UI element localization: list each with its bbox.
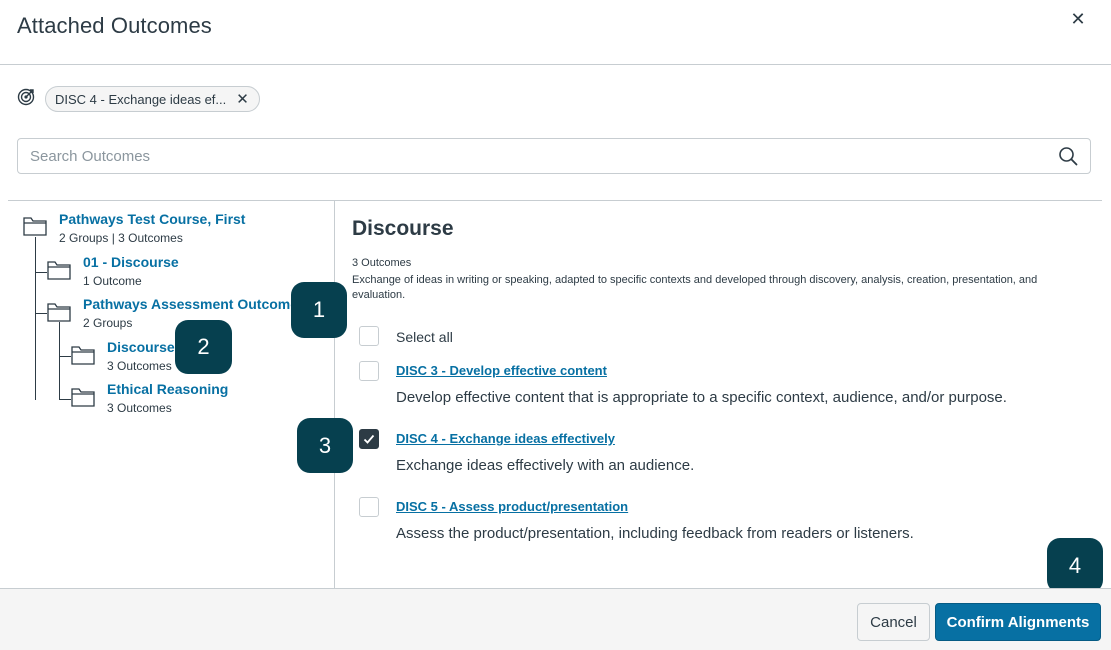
outcome-description: Develop effective content that is approp… bbox=[396, 389, 1007, 406]
folder-icon bbox=[71, 346, 95, 365]
tree-connector bbox=[35, 313, 47, 314]
group-description: Exchange of ideas in writing or speaking… bbox=[352, 274, 1038, 301]
step-badge-2: 2 bbox=[175, 320, 232, 374]
outcome-checkbox-disc4[interactable] bbox=[359, 429, 379, 449]
tree-connector bbox=[35, 237, 36, 400]
folder-icon bbox=[71, 388, 95, 407]
search-box bbox=[17, 138, 1091, 174]
outcome-link-disc3[interactable]: DISC 3 - Develop effective content bbox=[396, 363, 607, 378]
step-badge-4: 4 bbox=[1047, 538, 1103, 593]
tree-connector bbox=[35, 272, 47, 273]
outcome-link-disc4[interactable]: DISC 4 - Exchange ideas effectively bbox=[396, 431, 615, 446]
tree-connector bbox=[59, 356, 71, 357]
select-all-label[interactable]: Select all bbox=[396, 329, 453, 345]
remove-pill-icon[interactable]: ✕ bbox=[236, 90, 249, 108]
tree-item-ethical-reasoning[interactable]: Ethical Reasoning bbox=[107, 381, 228, 397]
outcome-description: Exchange ideas effectively with an audie… bbox=[396, 457, 695, 474]
tree-item-count: 3 Outcomes bbox=[107, 359, 172, 373]
tree-item-root[interactable]: Pathways Test Course, First bbox=[59, 211, 245, 227]
tree-connector bbox=[59, 399, 71, 400]
tree-item-discourse[interactable]: Discourse bbox=[107, 339, 175, 355]
tree-item-pathways-assessment-outcomes[interactable]: Pathways Assessment Outcomes bbox=[83, 296, 306, 312]
divider bbox=[335, 200, 1102, 201]
outcome-checkbox-disc5[interactable] bbox=[359, 497, 379, 517]
step-badge-1: 1 bbox=[291, 282, 347, 338]
dialog-title: Attached Outcomes bbox=[17, 13, 212, 38]
tree-item-count: 3 Outcomes bbox=[107, 401, 172, 415]
tree-item-01-discourse[interactable]: 01 - Discourse bbox=[83, 254, 179, 270]
tree-connector bbox=[59, 322, 60, 400]
outcome-description: Assess the product/presentation, includi… bbox=[396, 525, 914, 542]
group-outcome-count: 3 Outcomes bbox=[352, 257, 412, 269]
search-icon[interactable] bbox=[1058, 146, 1078, 166]
selected-outcome-pill[interactable]: DISC 4 - Exchange ideas ef... ✕ bbox=[45, 86, 260, 112]
outcome-link-disc5[interactable]: DISC 5 - Assess product/presentation bbox=[396, 499, 628, 514]
select-all-checkbox[interactable] bbox=[359, 326, 379, 346]
checkmark-icon bbox=[363, 434, 375, 444]
folder-icon bbox=[47, 303, 71, 322]
tree-item-count: 2 Groups bbox=[83, 316, 133, 330]
outcome-checkbox-disc3[interactable] bbox=[359, 361, 379, 381]
folder-icon bbox=[23, 217, 47, 236]
group-title: Discourse bbox=[352, 217, 454, 240]
tree-item-root-count: 2 Groups | 3 Outcomes bbox=[59, 231, 183, 245]
folder-icon bbox=[47, 261, 71, 280]
search-input[interactable] bbox=[18, 139, 1058, 173]
close-icon[interactable]: ✕ bbox=[1067, 8, 1089, 30]
step-badge-3: 3 bbox=[297, 418, 353, 473]
cancel-button[interactable]: Cancel bbox=[857, 603, 930, 641]
selected-outcome-label: DISC 4 - Exchange ideas ef... bbox=[55, 91, 227, 107]
target-icon bbox=[17, 88, 35, 106]
dialog-header: Attached Outcomes ✕ bbox=[0, 0, 1111, 65]
confirm-alignments-button[interactable]: Confirm Alignments bbox=[935, 603, 1101, 641]
tree-item-count: 1 Outcome bbox=[83, 274, 142, 288]
